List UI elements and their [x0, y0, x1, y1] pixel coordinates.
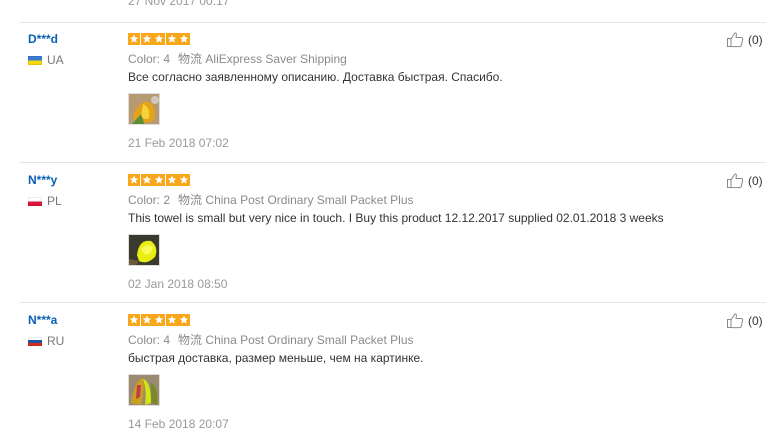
shipping-method: China Post Ordinary Small Packet Plus	[205, 333, 414, 347]
color-label: Color:	[128, 193, 161, 207]
star-rating	[128, 314, 191, 326]
review-text: This towel is small but very nice in tou…	[128, 211, 664, 225]
reviewer-name[interactable]: N***y	[28, 173, 57, 187]
previous-review-date: 27 Nov 2017 00:17	[128, 0, 230, 8]
country-code: RU	[47, 334, 65, 348]
color-value: 2	[163, 193, 171, 207]
thumbs-up-icon	[726, 312, 746, 329]
shipping-label: 物流	[178, 333, 203, 347]
color-label: Color:	[128, 333, 161, 347]
review-date: 02 Jan 2018 08:50	[128, 277, 228, 291]
review-photo-thumbnail[interactable]	[128, 93, 160, 125]
reviewer-country: UA	[28, 53, 64, 67]
star-icon	[128, 314, 140, 326]
star-icon	[153, 174, 165, 186]
star-icon	[166, 33, 178, 45]
shipping-label: 物流	[178, 52, 203, 66]
shipping-method: China Post Ordinary Small Packet Plus	[205, 193, 414, 207]
star-icon	[153, 33, 165, 45]
star-icon	[141, 33, 153, 45]
color-label: Color:	[128, 52, 161, 66]
shipping-label: 物流	[178, 193, 203, 207]
review-item: D***d UA Color: 4 物流 AliExpress Saver Shi…	[0, 22, 784, 162]
country-code: PL	[47, 194, 62, 208]
review-text: Все согласно заявленному описанию. Доста…	[128, 70, 503, 84]
order-attributes: Color: 2 物流 China Post Ordinary Small Pac…	[128, 191, 414, 208]
star-icon	[153, 314, 165, 326]
review-item: N***a RU Color: 4 物流 China Post Ordinary …	[0, 303, 784, 443]
star-icon	[166, 174, 178, 186]
flag-pl-icon	[28, 196, 42, 206]
helpful-count: (0)	[748, 313, 763, 328]
thumbs-up-icon	[726, 172, 746, 189]
reviewer-name[interactable]: N***a	[28, 313, 57, 327]
color-value: 4	[163, 52, 171, 66]
helpful-button[interactable]: (0)	[726, 312, 763, 329]
star-rating	[128, 33, 191, 45]
reviewer-country: PL	[28, 194, 62, 208]
star-rating	[128, 174, 191, 186]
review-photo-thumbnail[interactable]	[128, 374, 160, 406]
color-value: 4	[163, 333, 171, 347]
reviewer-name[interactable]: D***d	[28, 32, 58, 46]
order-attributes: Color: 4 物流 China Post Ordinary Small Pac…	[128, 331, 414, 348]
review-text: быстрая доставка, размер меньше, чем на …	[128, 351, 424, 365]
star-icon	[178, 174, 190, 186]
reviewer-country: RU	[28, 334, 64, 348]
star-icon	[141, 174, 153, 186]
star-icon	[141, 314, 153, 326]
flag-ua-icon	[28, 55, 42, 65]
shipping-method: AliExpress Saver Shipping	[205, 52, 347, 66]
helpful-count: (0)	[748, 32, 763, 47]
helpful-button[interactable]: (0)	[726, 172, 763, 189]
helpful-button[interactable]: (0)	[726, 31, 763, 48]
thumbs-up-icon	[726, 31, 746, 48]
star-icon	[128, 174, 140, 186]
star-icon	[128, 33, 140, 45]
country-code: UA	[47, 53, 64, 67]
review-date: 21 Feb 2018 07:02	[128, 136, 229, 150]
review-date: 14 Feb 2018 20:07	[128, 417, 229, 431]
flag-ru-icon	[28, 336, 42, 346]
star-icon	[178, 314, 190, 326]
order-attributes: Color: 4 物流 AliExpress Saver Shipping	[128, 50, 347, 67]
review-item: N***y PL Color: 2 物流 China Post Ordinary …	[0, 163, 784, 303]
helpful-count: (0)	[748, 173, 763, 188]
star-icon	[178, 33, 190, 45]
star-icon	[166, 314, 178, 326]
review-photo-thumbnail[interactable]	[128, 234, 160, 266]
